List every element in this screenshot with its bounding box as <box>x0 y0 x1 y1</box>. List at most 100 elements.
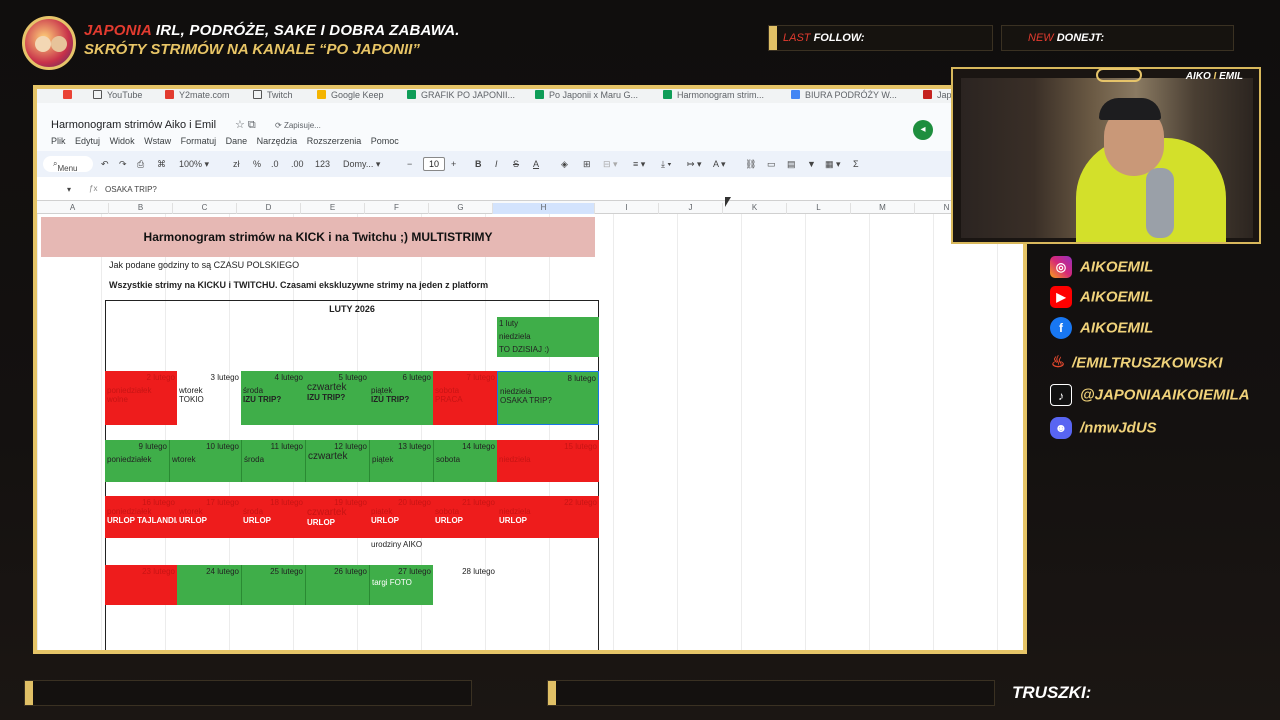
day-cell[interactable]: 13 lutego piątek <box>369 440 433 482</box>
functions-icon[interactable]: Σ <box>853 159 859 169</box>
day-cell[interactable]: 16 lutego poniedziałek URLOP TAJLANDIA <box>105 496 177 538</box>
day-cell[interactable]: 3 lutego wtorek TOKIO <box>177 371 241 425</box>
star-icon[interactable]: ☆ ⧉ <box>235 118 256 132</box>
font-size-input[interactable]: 10 <box>423 157 445 171</box>
day-cell[interactable]: 1 luty niedziela TO DZISIAJ :) <box>497 317 599 357</box>
day-cell[interactable]: 5 lutego czwartek IZU TRIP? <box>305 371 369 425</box>
percent-button[interactable]: % <box>253 159 261 169</box>
menu-help[interactable]: Pomoc <box>371 136 399 146</box>
column-header[interactable]: L <box>787 203 851 214</box>
day-cell[interactable]: 11 lutego środa <box>241 440 305 482</box>
column-header[interactable]: F <box>365 203 429 214</box>
day-cell[interactable]: 14 lutego sobota <box>433 440 497 482</box>
link-icon[interactable]: ⛓ <box>745 159 756 170</box>
chevron-down-icon[interactable]: ▾ <box>67 185 71 194</box>
column-header[interactable]: I <box>595 203 659 214</box>
bookmark-item[interactable]: YouTube <box>93 90 142 100</box>
decrease-decimal-button[interactable]: .0 <box>271 159 279 169</box>
bookmark-item[interactable]: Harmonogram strim... <box>663 90 764 100</box>
day-cell[interactable]: 26 lutego <box>305 565 369 605</box>
column-header[interactable]: A <box>37 203 109 214</box>
fill-color-icon[interactable]: ◈ <box>561 159 568 170</box>
day-cell[interactable]: 22 lutego niedziela URLOP <box>497 496 599 538</box>
italic-icon[interactable]: I <box>495 159 498 169</box>
comment-icon[interactable]: ▭ <box>767 159 776 170</box>
menu-extensions[interactable]: Rozszerzenia <box>307 136 362 146</box>
text-color-icon[interactable]: A <box>533 159 539 169</box>
font-decrease-icon[interactable]: − <box>407 159 412 169</box>
currency-icon[interactable]: zł <box>233 159 240 169</box>
menu-view[interactable]: Widok <box>110 136 135 146</box>
rotate-icon[interactable]: A ▾ <box>713 159 726 170</box>
bookmark-item[interactable]: Y2mate.com <box>165 90 230 100</box>
strikethrough-icon[interactable]: S <box>513 159 519 169</box>
meet-icon[interactable]: ◂ <box>913 120 933 140</box>
menu-data[interactable]: Dane <box>226 136 248 146</box>
menu-format[interactable]: Formatuj <box>181 136 217 146</box>
bookmark-item[interactable]: BIURA PODRÓŻY W... <box>791 90 897 100</box>
formula-input[interactable]: OSAKA TRIP? <box>105 185 157 194</box>
bookmark-item[interactable]: Jap <box>923 90 952 100</box>
zoom-select[interactable]: 100% ▾ <box>179 159 209 170</box>
day-cell[interactable]: 10 lutego wtorek <box>169 440 241 482</box>
day-cell[interactable]: 18 lutego środa URLOP <box>241 496 305 538</box>
column-header[interactable]: B <box>109 203 173 214</box>
doc-title[interactable]: Harmonogram strimów Aiko i Emil <box>51 119 216 131</box>
filter-views-icon[interactable]: ▦ ▾ <box>825 159 841 170</box>
merge-cells-icon[interactable]: ⊟ ▾ <box>603 159 618 170</box>
filter-icon[interactable]: ▼ <box>807 159 816 169</box>
redo-icon[interactable]: ↷ <box>119 159 127 170</box>
bookmark-gmail[interactable] <box>63 90 77 100</box>
day-cell[interactable]: 15 lutego niedziela <box>497 440 599 482</box>
wrap-icon[interactable]: ↦ ▾ <box>687 159 702 170</box>
day-cell[interactable]: 12 lutego czwartek <box>305 440 369 482</box>
undo-icon[interactable]: ↶ <box>101 159 109 170</box>
borders-icon[interactable]: ⊞ <box>583 159 591 170</box>
align-icon[interactable]: ≡ ▾ <box>633 159 645 170</box>
menu-search[interactable]: ⌕ Menu <box>43 156 93 173</box>
valign-icon[interactable]: ⤓ ▾ <box>661 159 671 170</box>
day-cell-selected[interactable]: 8 lutego niedziela OSAKA TRIP? <box>497 371 599 425</box>
day-cell[interactable]: 20 lutego piątek URLOP <box>369 496 433 538</box>
day-cell[interactable]: 7 lutego sobota PRACA <box>433 371 497 425</box>
column-header[interactable]: C <box>173 203 237 214</box>
day-cell[interactable]: 4 lutego środa IZU TRIP? <box>241 371 305 425</box>
day-cell[interactable]: 28 lutego <box>433 565 497 579</box>
paint-format-icon[interactable]: ⌘ <box>157 159 166 170</box>
day-cell[interactable]: 24 lutego <box>177 565 241 605</box>
column-header[interactable]: K <box>723 203 787 214</box>
day-cell[interactable]: 19 lutego czwartek URLOP <box>305 496 369 538</box>
column-header[interactable]: D <box>237 203 301 214</box>
day-cell[interactable]: 17 lutego wtorek URLOP <box>177 496 241 538</box>
increase-decimal-button[interactable]: .00 <box>291 159 304 169</box>
save-status: ⟳ Zapisuje... <box>275 121 321 130</box>
day-cell[interactable]: 25 lutego <box>241 565 305 605</box>
chart-icon[interactable]: ▤ <box>787 159 796 170</box>
column-header[interactable]: E <box>301 203 365 214</box>
bold-icon[interactable]: B <box>475 159 482 169</box>
day-cell[interactable]: 9 lutego poniedziałek <box>105 440 169 482</box>
column-header[interactable]: G <box>429 203 493 214</box>
bookmark-item[interactable]: Google Keep <box>317 90 384 100</box>
menu-tools[interactable]: Narzędzia <box>257 136 298 146</box>
bookmark-item[interactable]: Po Japonii x Maru G... <box>535 90 638 100</box>
sheet-grid[interactable]: Harmonogram strimów na KICK i na Twitchu… <box>37 214 1023 650</box>
day-cell[interactable]: 21 lutego sobota URLOP <box>433 496 497 538</box>
day-cell[interactable]: 23 lutego <box>105 565 177 605</box>
bookmark-item[interactable]: Twitch <box>253 90 293 100</box>
column-header[interactable]: M <box>851 203 915 214</box>
number-format-button[interactable]: 123 <box>315 159 330 169</box>
facebook-icon: f <box>1050 317 1072 339</box>
column-header[interactable]: J <box>659 203 723 214</box>
bookmark-item[interactable]: GRAFIK PO JAPONII... <box>407 90 515 100</box>
day-cell[interactable]: 27 lutego targi FOTO <box>369 565 433 605</box>
menu-insert[interactable]: Wstaw <box>144 136 171 146</box>
font-increase-icon[interactable]: + <box>451 159 456 169</box>
day-cell[interactable]: 2 lutego poniedziałek wolne <box>105 371 177 425</box>
font-select[interactable]: Domy... ▾ <box>343 159 380 170</box>
menu-edit[interactable]: Edytuj <box>75 136 100 146</box>
menu-file[interactable]: Plik <box>51 136 66 146</box>
print-icon[interactable]: ⎙ <box>137 159 144 170</box>
day-cell[interactable]: 6 lutego piątek IZU TRIP? <box>369 371 433 425</box>
column-header[interactable]: H <box>493 203 595 214</box>
